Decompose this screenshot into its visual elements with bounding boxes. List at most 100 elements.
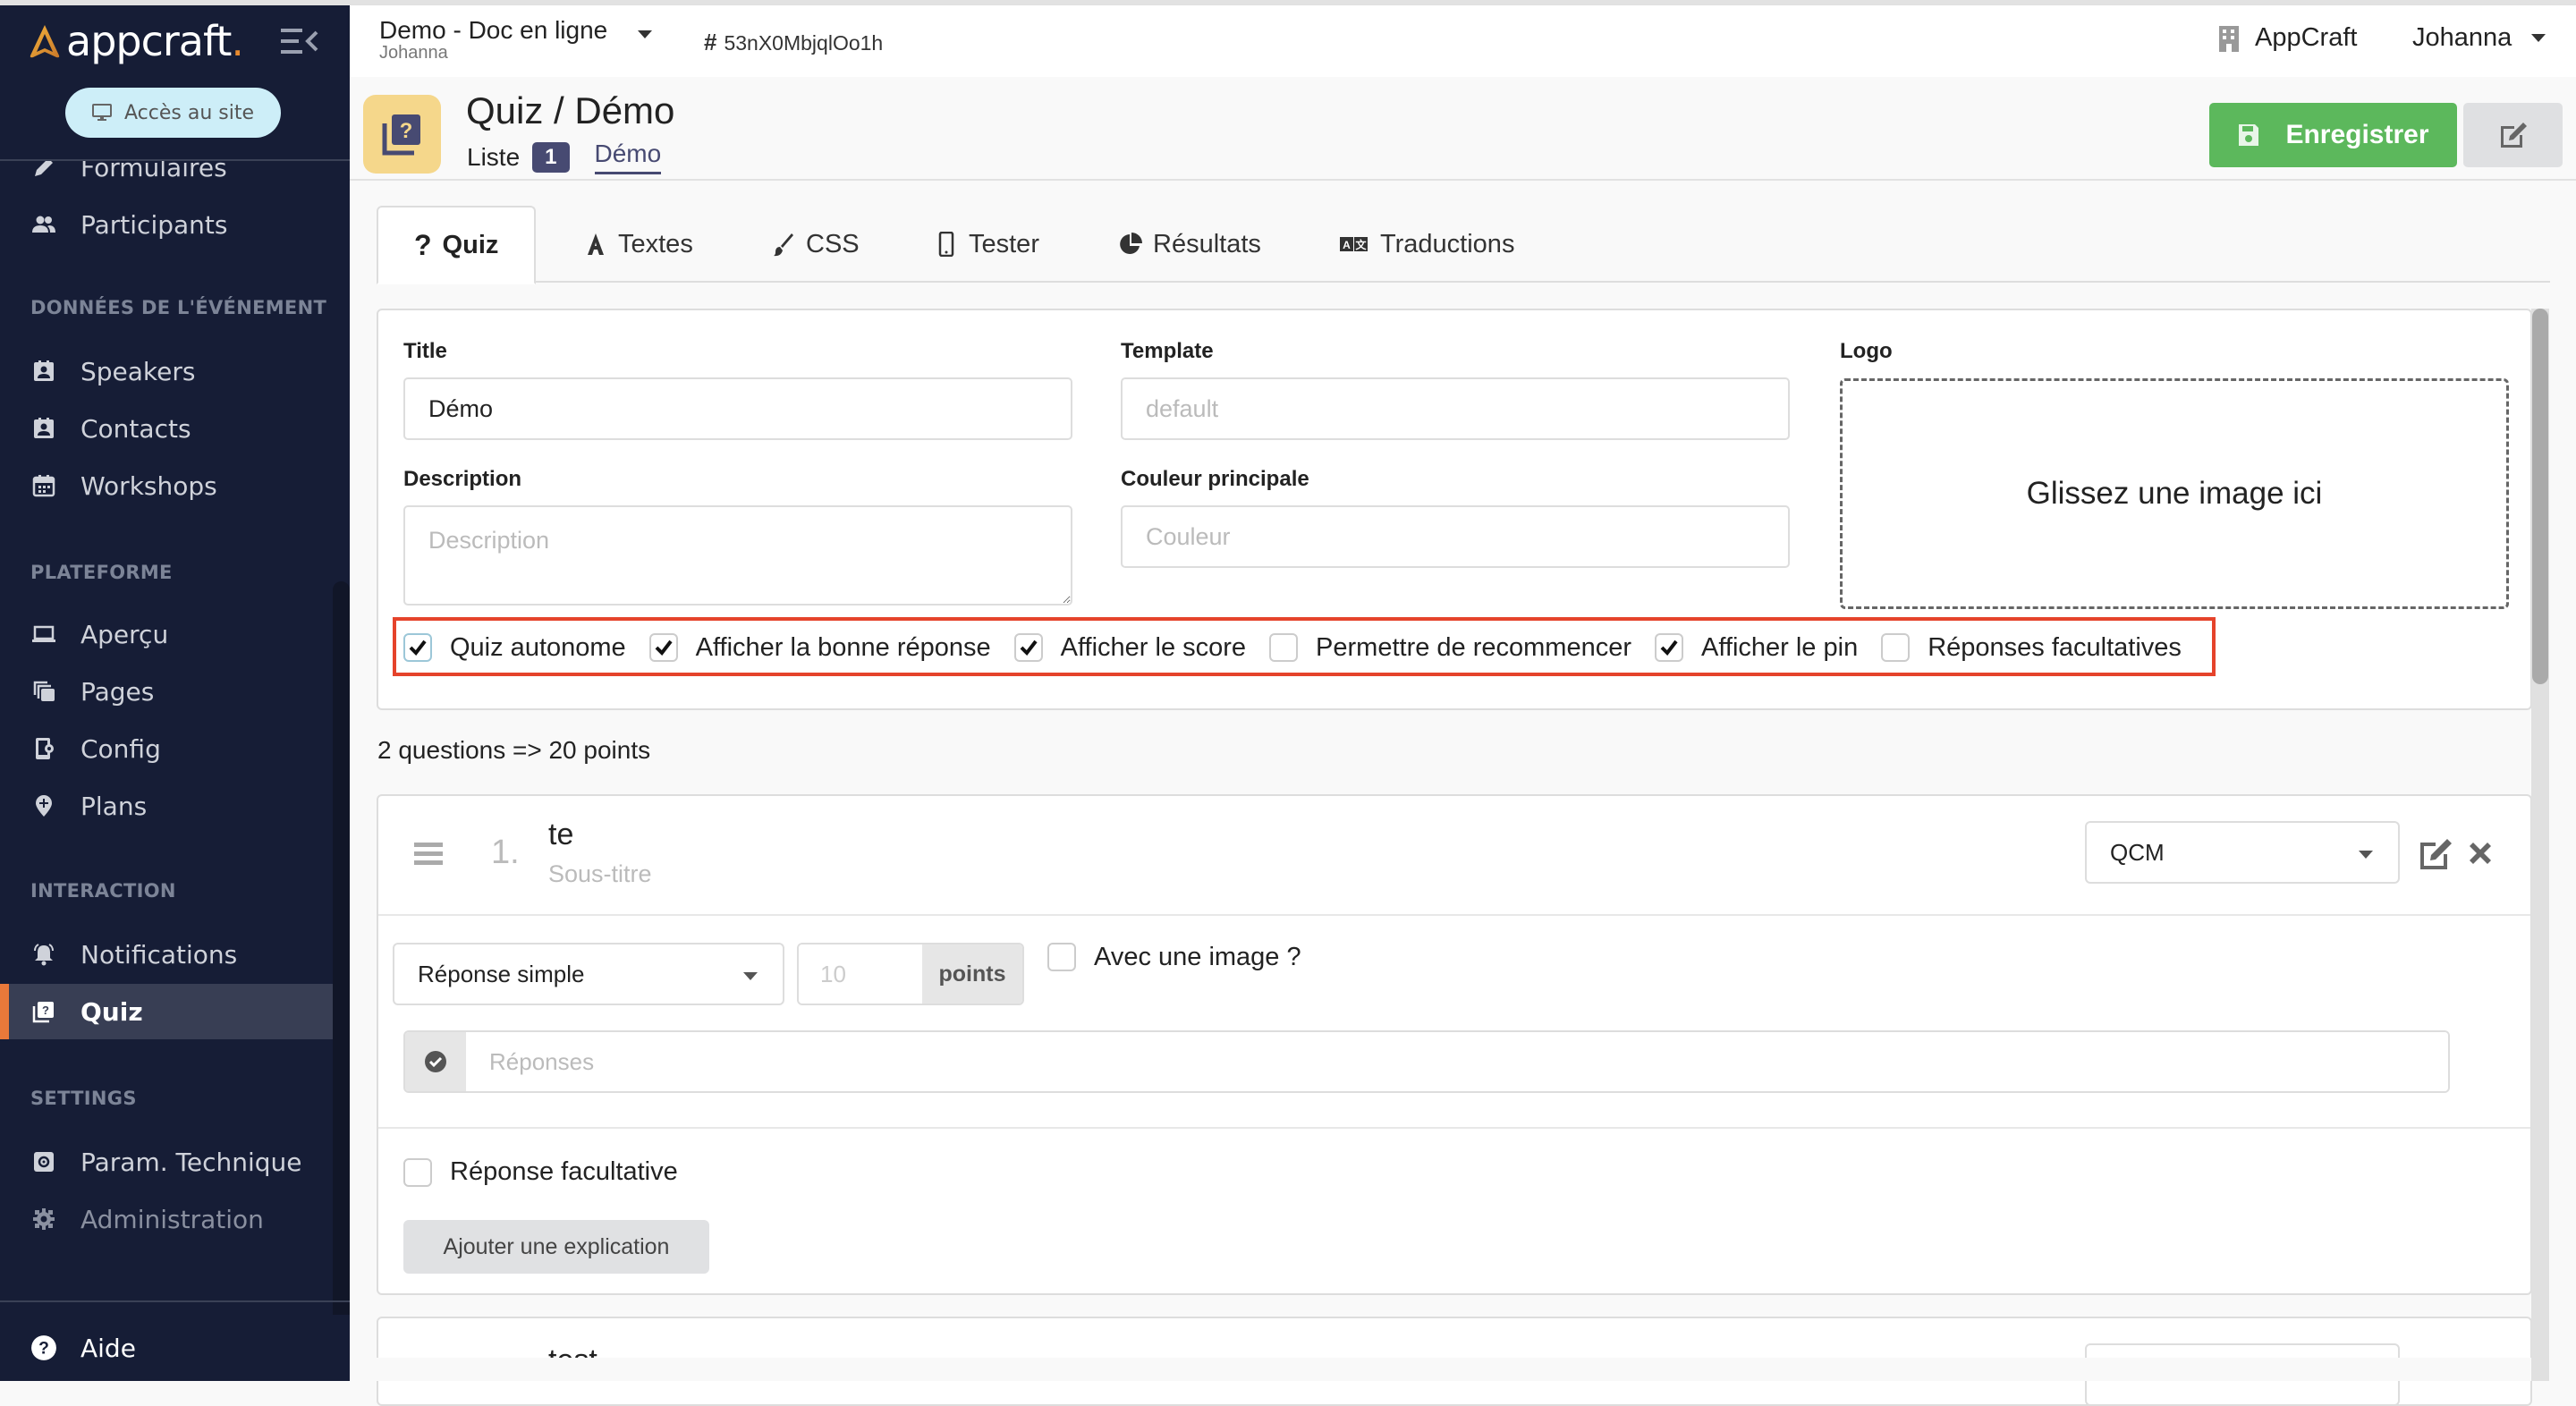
question-title[interactable]: te <box>548 817 573 852</box>
logo-dropzone[interactable]: Glissez une image ici <box>1840 378 2509 609</box>
sidebar-item-plans[interactable]: Plans <box>0 778 333 834</box>
collapse-sidebar-button[interactable] <box>281 25 318 57</box>
edit-question-button[interactable] <box>2418 835 2453 876</box>
appcraft-logo[interactable]: appcraft. <box>27 16 244 66</box>
sidebar-item-label: Quiz <box>80 996 143 1027</box>
tab-css[interactable]: CSS <box>772 206 860 283</box>
top-bar: Demo - Doc en ligne Johanna #53nX0MbjqlO… <box>350 5 2576 77</box>
points-input[interactable] <box>799 944 922 1004</box>
option-permettre-recommencer[interactable]: Permettre de recommencer <box>1269 633 1631 663</box>
section-title-settings: SETTINGS <box>30 1088 137 1109</box>
access-site-button[interactable]: Accès au site <box>65 88 281 138</box>
save-button[interactable]: Enregistrer <box>2209 103 2457 167</box>
checkbox-unchecked[interactable] <box>1047 943 1076 971</box>
sidebar-item-label: Formulaires <box>80 161 227 182</box>
sidebar-item-administration[interactable]: Administration <box>0 1191 333 1247</box>
sidebar-divider <box>0 1300 350 1302</box>
tab-textes[interactable]: Textes <box>584 206 693 283</box>
option-afficher-bonne-reponse[interactable]: Afficher la bonne réponse <box>648 633 991 663</box>
section-title-platform: PLATEFORME <box>30 562 173 583</box>
font-icon <box>588 233 604 255</box>
sidebar-item-notifications[interactable]: Notifications <box>0 927 333 982</box>
settings-box-icon <box>30 1148 57 1175</box>
paint-brush-icon <box>774 233 793 257</box>
sidebar-nav: Formulaires Participants DONNÉES DE L'ÉV… <box>0 161 350 1315</box>
svg-text:文: 文 <box>1355 238 1367 251</box>
logo-text: appcraft <box>66 17 232 65</box>
sidebar-item-quiz[interactable]: ? Quiz <box>0 984 333 1039</box>
question-subtitle[interactable]: Sous-titre <box>548 860 652 888</box>
sidebar-scrollbar[interactable] <box>333 581 350 1315</box>
edit-button[interactable] <box>2463 103 2563 167</box>
sidebar-item-workshops[interactable]: Workshops <box>0 458 333 513</box>
option-label: Afficher le pin <box>1701 632 1859 662</box>
question-header: 1. te Sous-titre QCM <box>378 796 2530 916</box>
optional-answer-option[interactable]: Réponse facultative <box>403 1157 678 1187</box>
with-image-option[interactable]: Avec une image ? <box>1047 943 1301 972</box>
device-settings-icon <box>30 735 57 762</box>
sidebar-item-pages[interactable]: Pages <box>0 664 333 719</box>
sidebar-item-param-technique[interactable]: Param. Technique <box>0 1134 333 1190</box>
question-type-select[interactable]: QCM <box>2085 821 2400 884</box>
checkbox-checked[interactable] <box>1655 633 1684 662</box>
tab-resultats[interactable]: Résultats <box>1119 206 1261 283</box>
description-label: Description <box>403 467 522 491</box>
sidebar-item-contacts[interactable]: Contacts <box>0 401 333 456</box>
tab-traductions[interactable]: A文 Traductions <box>1339 206 1514 283</box>
checkbox-checked[interactable] <box>403 633 432 662</box>
template-input[interactable] <box>1121 377 1790 440</box>
breadcrumb-current[interactable]: Démo <box>594 140 662 174</box>
check-circle-icon <box>405 1032 466 1091</box>
option-quiz-autonome[interactable]: Quiz autonome <box>403 633 626 663</box>
option-afficher-score[interactable]: Afficher le score <box>1013 633 1246 663</box>
sidebar-item-label: Administration <box>80 1204 264 1234</box>
svg-text:?: ? <box>42 1004 49 1017</box>
description-textarea[interactable] <box>403 505 1072 606</box>
add-explanation-button[interactable]: Ajouter une explication <box>403 1220 709 1274</box>
check-icon <box>1660 639 1678 656</box>
option-afficher-pin[interactable]: Afficher le pin <box>1655 633 1858 663</box>
tab-quiz[interactable]: ? Quiz <box>377 206 537 284</box>
checkbox-unchecked[interactable] <box>1269 633 1299 662</box>
page-title: Quiz / Démo <box>466 89 675 131</box>
help-link[interactable]: ? Aide <box>0 1320 350 1376</box>
project-selector[interactable]: Demo - Doc en ligne Johanna <box>379 16 607 64</box>
caret-down-icon[interactable] <box>638 30 652 38</box>
checkbox-checked[interactable] <box>1013 633 1043 662</box>
laptop-icon <box>30 621 57 648</box>
floppy-disk-icon <box>2239 124 2259 146</box>
organization[interactable]: AppCraft <box>2217 23 2357 53</box>
users-icon <box>30 211 57 238</box>
option-reponses-facultatives[interactable]: Réponses facultatives <box>1881 633 2182 663</box>
delete-question-button[interactable] <box>2462 835 2498 876</box>
sidebar-item-formulaires[interactable]: Formulaires <box>0 161 333 195</box>
quiz-options: Quiz autonome Afficher la bonne réponse … <box>403 628 2205 667</box>
user-menu[interactable]: Johanna <box>2412 23 2546 53</box>
page-header: ? Quiz / Démo Liste 1 Démo Enregistrer <box>350 77 2576 181</box>
answers-input[interactable] <box>466 1032 2448 1091</box>
sidebar-item-apercu[interactable]: Aperçu <box>0 606 333 662</box>
breadcrumb-list-link[interactable]: Liste <box>467 143 520 172</box>
answer-mode-select[interactable]: Réponse simple <box>393 943 784 1005</box>
drag-handle-icon[interactable] <box>412 841 445 868</box>
title-label: Title <box>403 339 447 363</box>
sidebar-item-config[interactable]: Config <box>0 721 333 776</box>
checkbox-checked[interactable] <box>648 633 678 662</box>
checkbox-unchecked[interactable] <box>1881 633 1911 662</box>
sidebar-item-label: Plans <box>80 791 148 821</box>
appcraft-logo-icon <box>30 25 60 58</box>
color-input[interactable] <box>1121 505 1790 568</box>
sidebar-item-label: Workshops <box>80 470 217 501</box>
project-id[interactable]: #53nX0MbjqlOo1h <box>704 29 883 56</box>
hash-icon: # <box>704 29 717 55</box>
question-footer: Réponse facultative Ajouter une explicat… <box>378 1129 2530 1297</box>
sidebar-item-speakers[interactable]: Speakers <box>0 343 333 399</box>
tab-tester[interactable]: Tester <box>935 206 1039 283</box>
title-input[interactable] <box>403 377 1072 440</box>
project-user: Johanna <box>379 43 448 63</box>
tab-label: CSS <box>806 229 860 258</box>
main-scrollbar-thumb[interactable] <box>2532 309 2548 684</box>
checkbox-unchecked[interactable] <box>403 1157 432 1187</box>
check-icon <box>409 639 427 656</box>
sidebar-item-participants[interactable]: Participants <box>0 197 333 252</box>
